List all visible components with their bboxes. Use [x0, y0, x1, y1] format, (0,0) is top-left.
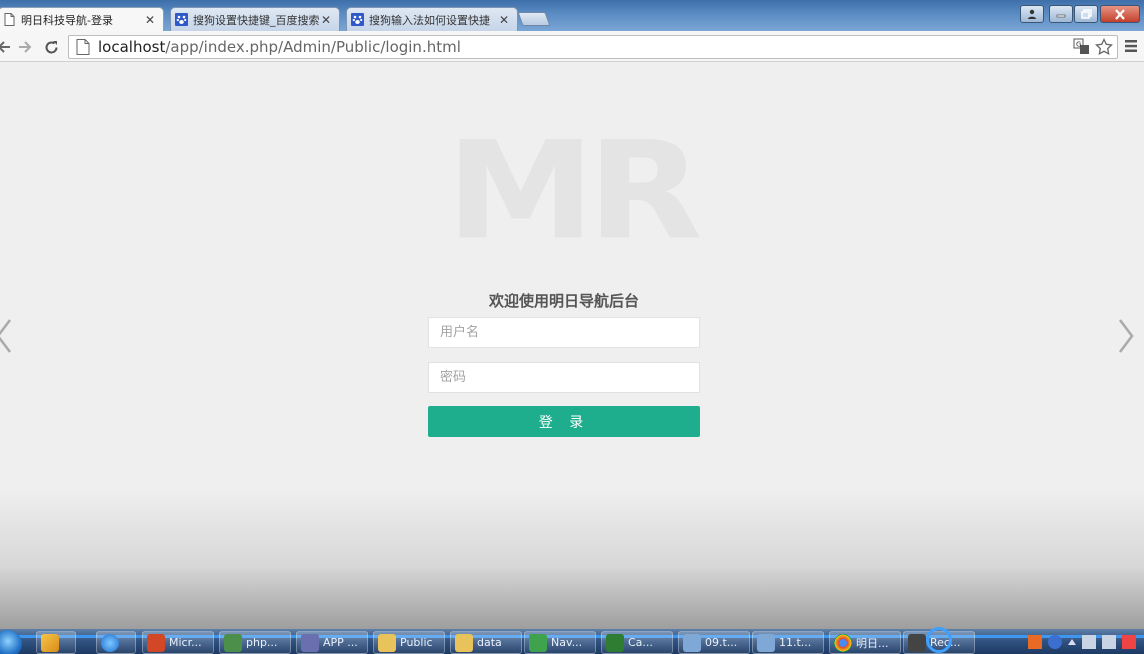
folder-icon	[455, 633, 473, 652]
taskbar-item[interactable]: 明日...	[829, 631, 901, 654]
username-input[interactable]	[428, 317, 700, 348]
taskbar-item[interactable]: APP ...	[296, 631, 368, 654]
help-icon[interactable]	[1048, 634, 1062, 649]
user-icon	[1028, 9, 1036, 19]
bottom-fade-overlay	[0, 489, 1144, 629]
taskbar-item[interactable]: php...	[219, 631, 291, 654]
forward-button[interactable]	[15, 37, 35, 57]
document-icon	[683, 633, 701, 652]
menu-icon[interactable]	[1124, 39, 1138, 53]
taskbar-item[interactable]: Ca...	[601, 631, 673, 654]
windows-taskbar: Micr... php... APP ... Public data Nav..…	[0, 629, 1144, 654]
close-tab-icon[interactable]: ✕	[143, 13, 157, 27]
baidu-paw-icon	[175, 13, 188, 27]
document-icon	[757, 633, 775, 652]
back-button[interactable]	[0, 37, 14, 57]
folder-icon	[378, 633, 396, 652]
page-content: MR 欢迎使用明日导航后台 登 录	[0, 63, 1144, 629]
cursor-highlight-icon	[926, 627, 952, 653]
system-tray	[976, 629, 1144, 654]
close-icon	[1115, 8, 1125, 20]
taskbar-pinned-ie[interactable]	[96, 631, 136, 654]
forward-arrow-icon	[19, 41, 32, 53]
welcome-heading: 欢迎使用明日导航后台	[488, 292, 639, 310]
taskbar-item-label: Nav...	[551, 636, 583, 649]
close-window-button[interactable]	[1100, 5, 1140, 23]
restore-icon	[1080, 9, 1092, 19]
reload-icon	[45, 40, 57, 53]
network-icon[interactable]	[1102, 634, 1116, 649]
url-text: localhost/app/index.php/Admin/Public/log…	[98, 38, 461, 56]
user-profile-button[interactable]	[1020, 5, 1044, 23]
taskbar-item-label: Public	[400, 636, 433, 649]
php-icon	[301, 633, 319, 652]
slide-prev-arrow-icon[interactable]	[0, 318, 14, 354]
back-arrow-icon	[0, 41, 10, 53]
taskbar-item-label: Micr...	[169, 636, 202, 649]
login-button[interactable]: 登 录	[428, 406, 700, 437]
taskbar-item[interactable]: data	[450, 631, 522, 654]
translate-icon[interactable]: G	[1073, 38, 1091, 56]
taskbar-item[interactable]: Public	[373, 631, 445, 654]
page-icon	[76, 39, 90, 55]
minimize-button[interactable]	[1049, 5, 1073, 23]
reload-button[interactable]	[41, 37, 61, 57]
taskbar-item[interactable]: 11.t...	[752, 631, 824, 654]
tab-sogou-shortcut[interactable]: 搜狗输入法如何设置快捷 ✕	[346, 7, 518, 31]
taskbar-item-label: 11.t...	[779, 636, 812, 649]
close-tab-icon[interactable]: ✕	[319, 13, 333, 27]
tab-login[interactable]: 明日科技导航-登录 ✕	[0, 7, 164, 31]
office-icon	[147, 633, 165, 652]
slide-next-arrow-icon[interactable]	[1116, 318, 1136, 354]
page-icon	[3, 13, 16, 27]
taskbar-item-label: APP ...	[323, 636, 358, 649]
volume-icon[interactable]	[1082, 634, 1096, 649]
minimize-icon	[1056, 14, 1066, 18]
app-icon	[529, 633, 547, 652]
taskbar-item-label: data	[477, 636, 502, 649]
taskbar-item[interactable]: Micr...	[142, 631, 214, 654]
taskbar-item-label: 09.t...	[705, 636, 738, 649]
bookmark-star-icon[interactable]	[1095, 38, 1113, 56]
browser-titlebar: 明日科技导航-登录 ✕ 搜狗设置快捷键_百度搜索 ✕ 搜狗输入法如何设置快捷 ✕	[0, 0, 1144, 31]
taskbar-item[interactable]: 09.t...	[678, 631, 750, 654]
tab-label: 搜狗输入法如何设置快捷	[369, 13, 490, 27]
close-tab-icon[interactable]: ✕	[497, 13, 511, 27]
taskbar-item-label: 明日...	[856, 636, 889, 650]
sogou-ime-icon[interactable]	[1028, 634, 1042, 649]
recorder-icon	[908, 633, 926, 652]
taskbar-item-label: php...	[246, 636, 278, 649]
ie-icon	[101, 633, 119, 652]
password-input[interactable]	[428, 362, 700, 393]
tab-label: 明日科技导航-登录	[21, 13, 113, 27]
browser-toolbar: localhost/app/index.php/Admin/Public/log…	[0, 31, 1144, 62]
chrome-icon	[834, 633, 852, 652]
url-host: localhost	[98, 38, 166, 56]
tray-arrow-icon[interactable]	[1068, 638, 1076, 645]
mr-logo: MR	[446, 113, 703, 270]
tab-baidu-search[interactable]: 搜狗设置快捷键_百度搜索 ✕	[170, 7, 340, 31]
flag-icon[interactable]	[1122, 634, 1136, 649]
taskbar-pinned-explorer[interactable]	[36, 631, 76, 654]
taskbar-item[interactable]: Nav...	[524, 631, 596, 654]
new-tab-button[interactable]	[517, 12, 551, 26]
terminal-icon	[224, 633, 242, 652]
svg-text:G: G	[1076, 41, 1081, 49]
explorer-icon	[41, 633, 59, 652]
taskbar-item-label: Ca...	[628, 636, 653, 649]
tab-label: 搜狗设置快捷键_百度搜索	[193, 13, 319, 27]
baidu-paw-icon	[351, 13, 364, 27]
url-path: /app/index.php/Admin/Public/login.html	[165, 38, 461, 56]
camtasia-icon	[606, 633, 624, 652]
address-bar[interactable]: localhost/app/index.php/Admin/Public/log…	[68, 35, 1118, 59]
restore-button[interactable]	[1074, 5, 1098, 23]
